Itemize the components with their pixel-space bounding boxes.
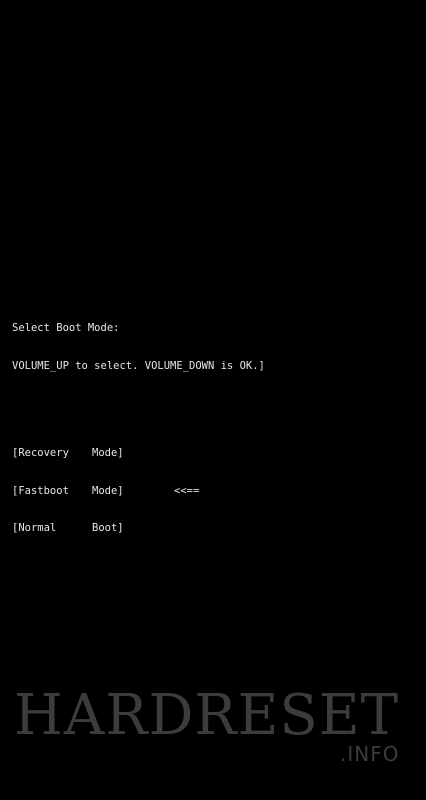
boot-instructions: VOLUME_UP to select. VOLUME_DOWN is OK.] <box>12 359 265 372</box>
boot-option-normal[interactable]: [Normal Boot] <box>12 522 265 535</box>
boot-option-recovery[interactable]: [Recovery Mode] <box>12 447 265 460</box>
boot-option-kind: Boot] <box>92 522 124 534</box>
hardreset-watermark-suffix: .INFO <box>340 742 400 766</box>
boot-option-fastboot[interactable]: [Fastboot Mode] <<== <box>12 485 265 498</box>
boot-option-name: [Fastboot <box>12 484 69 497</box>
hardreset-watermark: HARDRESET <box>14 683 399 748</box>
boot-option-name: [Recovery <box>12 447 69 459</box>
selection-cursor: <<== <box>174 484 200 497</box>
boot-prompt: Select Boot Mode: <box>12 322 120 334</box>
boot-option-name: [Normal <box>12 522 57 534</box>
boot-mode-console: Select Boot Mode: VOLUME_UP to select. V… <box>12 297 265 547</box>
boot-option-kind: Mode] <box>92 484 124 497</box>
boot-option-kind: Mode] <box>92 447 124 459</box>
